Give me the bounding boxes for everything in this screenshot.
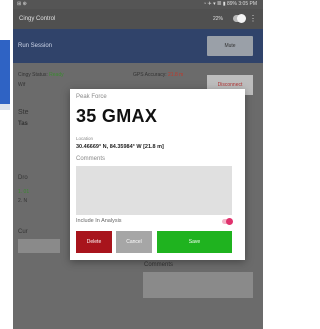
session-task-label: Tas (18, 121, 28, 127)
location-label: Location (76, 136, 94, 141)
gps-accuracy-label: GPS Accuracy: (133, 72, 167, 78)
cingy-status-label: Cingy Status: (18, 72, 48, 78)
include-in-analysis-label: Include In Analysis (76, 218, 122, 224)
mute-button[interactable]: Mute (207, 36, 253, 56)
adjacent-screen-edge-light (0, 104, 10, 110)
gps-accuracy-value: 21.8 m (168, 72, 184, 78)
overflow-menu-icon[interactable]: ⋮ (249, 9, 257, 29)
status-icons-left: ⊞ ⊕ (17, 1, 27, 7)
current-label: Cur (18, 229, 28, 235)
tablet-screen: ⊞ ⊕ ◔ ✈ ▾ 𝌆 ▮ 89% 3:05 PM Cingy Control … (13, 0, 263, 329)
battery-level: 22% (212, 16, 223, 22)
location-value: 30.46669° N, 84.35984° W [21.8 m] (76, 144, 164, 150)
adjacent-screen-edge (0, 40, 10, 104)
drop-list-item-2[interactable]: 2. N (18, 198, 27, 204)
session-header: Run Session Mute (13, 29, 263, 63)
app-title: Cingy Control (19, 16, 56, 22)
comments-label: Comments (76, 156, 106, 162)
session-step-label: Ste (18, 109, 29, 116)
session-comments-label: Comments (144, 262, 174, 268)
appbar-toggle[interactable] (233, 14, 246, 23)
comments-input[interactable] (76, 166, 232, 215)
status-icons-right: ◔ ✈ ▾ 𝌆 ▮ 89% 3:05 PM (203, 1, 257, 7)
current-field[interactable] (18, 239, 60, 253)
session-comments-field[interactable] (143, 272, 253, 298)
drop-result-dialog: Peak Force 35 GMAX Location 30.46669° N,… (70, 89, 245, 260)
cingy-status-value: Ready (49, 72, 64, 78)
save-button[interactable]: Save (157, 231, 232, 253)
delete-button[interactable]: Delete (76, 231, 112, 253)
session-title: Run Session (18, 43, 53, 49)
include-in-analysis-toggle[interactable] (222, 217, 233, 225)
app-bar: Cingy Control 22% ⋮ (13, 9, 263, 29)
cancel-button[interactable]: Cancel (116, 231, 152, 253)
cingy-status: Cingy Status: Ready (18, 72, 64, 78)
gps-accuracy: GPS Accuracy: 21.8 m (133, 72, 183, 78)
system-status-bar: ⊞ ⊕ ◔ ✈ ▾ 𝌆 ▮ 89% 3:05 PM (13, 0, 263, 9)
wifi-status: Wif (18, 82, 26, 88)
peak-force-value: 35 GMAX (76, 106, 158, 126)
peak-force-label: Peak Force (76, 94, 107, 100)
drop-label: Dro (18, 175, 28, 181)
drop-list-item-1[interactable]: 1. 01 (18, 189, 29, 195)
